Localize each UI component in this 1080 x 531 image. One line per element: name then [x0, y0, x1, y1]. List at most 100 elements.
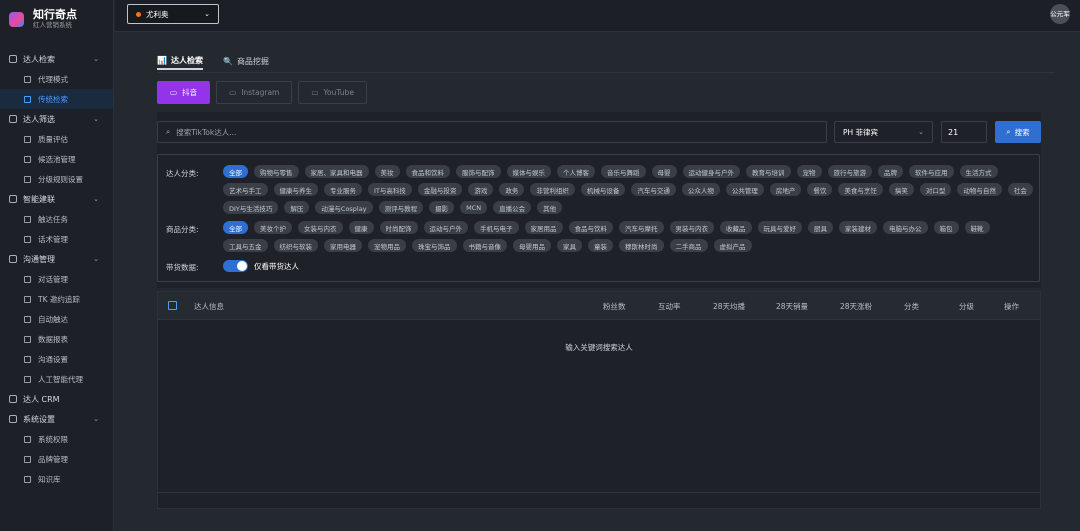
- category-chip[interactable]: 个人博客: [557, 165, 595, 178]
- category-chip[interactable]: 工具与五金: [223, 239, 268, 252]
- category-chip[interactable]: 软件与应用: [909, 165, 954, 178]
- column-header[interactable]: 28天均播: [713, 301, 745, 312]
- sidebar-item-ai-agent[interactable]: 人工智能代理: [0, 369, 113, 389]
- category-chip[interactable]: 玩具与爱好: [757, 221, 802, 234]
- category-chip[interactable]: 母婴用品: [513, 239, 551, 252]
- category-chip[interactable]: 房地产: [769, 183, 802, 196]
- sidebar-item-outreach-tasks[interactable]: 触达任务: [0, 209, 113, 229]
- sidebar-item-grading-rules[interactable]: 分级规则设置: [0, 169, 113, 189]
- category-chip[interactable]: 书籍与音像: [462, 239, 507, 252]
- sidebar-item-reports[interactable]: 数据报表: [0, 329, 113, 349]
- nav-group-creator-search[interactable]: 达人检索 ⌄: [0, 49, 113, 69]
- category-chip[interactable]: 音乐与舞蹈: [601, 165, 646, 178]
- category-chip[interactable]: 服饰与配饰: [456, 165, 501, 178]
- category-chip[interactable]: 全部: [223, 165, 248, 178]
- category-chip[interactable]: 金融与投资: [417, 183, 463, 196]
- count-input[interactable]: 21: [941, 121, 987, 143]
- search-input[interactable]: ⌕ 搜索TikTok达人...: [157, 121, 827, 143]
- category-chip[interactable]: 动漫与Cosplay: [315, 201, 373, 214]
- category-chip[interactable]: 动物与自然: [957, 183, 1002, 196]
- category-chip[interactable]: 汽车与交通: [631, 183, 676, 196]
- column-header[interactable]: 分级: [959, 301, 974, 312]
- sidebar-item-conversations[interactable]: 对话管理: [0, 269, 113, 289]
- category-chip[interactable]: 家居、家具和电器: [304, 165, 369, 178]
- category-chip[interactable]: 二手商品: [669, 239, 708, 252]
- category-chip[interactable]: 箱包: [933, 221, 959, 234]
- category-chip[interactable]: 艺术与手工: [223, 183, 268, 196]
- category-chip[interactable]: 餐饮: [807, 183, 833, 196]
- category-chip[interactable]: 健康与养生: [273, 183, 318, 196]
- category-chip[interactable]: 美妆个护: [254, 221, 292, 234]
- category-chip[interactable]: 政务: [499, 183, 525, 196]
- category-chip[interactable]: 测评与教程: [378, 201, 424, 214]
- category-chip[interactable]: 食品和饮料: [405, 165, 450, 178]
- category-chip[interactable]: 健康: [348, 221, 374, 234]
- category-chip[interactable]: 公共管理: [725, 183, 764, 196]
- category-chip[interactable]: 美妆: [374, 165, 400, 178]
- platform-douyin-button[interactable]: ▭ 抖音: [157, 81, 211, 104]
- category-chip[interactable]: 时尚配饰: [379, 221, 418, 234]
- category-chip[interactable]: 对口型: [919, 183, 952, 196]
- category-chip[interactable]: 机械与设备: [580, 183, 626, 196]
- sidebar-item-scripts[interactable]: 话术管理: [0, 229, 113, 249]
- sidebar-item-brands[interactable]: 品牌管理: [0, 449, 113, 469]
- category-chip[interactable]: 旅行与旅游: [827, 165, 872, 178]
- category-chip[interactable]: 家具: [557, 239, 582, 252]
- category-chip[interactable]: 非营利组织: [530, 183, 575, 196]
- category-chip[interactable]: 鞋靴: [964, 221, 990, 234]
- platform-instagram-button[interactable]: ▭ Instagram: [216, 81, 293, 104]
- category-chip[interactable]: 生活方式: [959, 165, 998, 178]
- category-chip[interactable]: DIY与生活技巧: [223, 201, 279, 214]
- category-chip[interactable]: 购物与零售: [254, 165, 299, 178]
- region-select[interactable]: PH 菲律宾 ⌄: [834, 121, 933, 143]
- category-chip[interactable]: 收藏品: [720, 221, 752, 234]
- category-chip[interactable]: 搞笑: [888, 183, 914, 196]
- column-header[interactable]: 分类: [904, 301, 919, 312]
- category-chip[interactable]: 穆斯林时尚: [619, 239, 664, 252]
- category-chip[interactable]: 童装: [588, 239, 613, 252]
- sidebar-item-auto-reach[interactable]: 自动触达: [0, 309, 113, 329]
- column-header[interactable]: 粉丝数: [603, 301, 626, 312]
- category-chip[interactable]: 厨具: [808, 221, 833, 234]
- cargo-toggle[interactable]: [223, 260, 248, 272]
- column-header[interactable]: 互动率: [658, 301, 681, 312]
- sidebar-item-comm-settings[interactable]: 沟通设置: [0, 349, 113, 369]
- sidebar-item-knowledge[interactable]: 知识库: [0, 469, 113, 489]
- search-button[interactable]: ⌕ 搜索: [995, 121, 1041, 143]
- category-chip[interactable]: 社会: [1007, 183, 1033, 196]
- select-all-checkbox[interactable]: [168, 301, 177, 310]
- avatar[interactable]: 公元军: [1050, 4, 1070, 24]
- tab-product-mining[interactable]: 🔍 商品挖掘: [223, 52, 269, 70]
- tab-creator-search[interactable]: 📊 达人检索: [157, 52, 203, 70]
- column-header[interactable]: 28天销量: [776, 301, 808, 312]
- category-chip[interactable]: 纺织与软装: [273, 239, 318, 252]
- sidebar-item-permissions[interactable]: 系统权限: [0, 429, 113, 449]
- nav-group-creator-filter[interactable]: 达人筛选 ⌄: [0, 109, 113, 129]
- category-chip[interactable]: 电脑与办公: [883, 221, 928, 234]
- category-chip[interactable]: 家装建材: [839, 221, 877, 234]
- shop-select[interactable]: 尤利奥 ⌄: [127, 4, 219, 24]
- category-chip[interactable]: 男装与内衣: [669, 221, 714, 234]
- column-header[interactable]: 28天涨粉: [840, 301, 872, 312]
- nav-group-crm[interactable]: 达人 CRM: [0, 389, 113, 409]
- nav-group-communication[interactable]: 沟通管理 ⌄: [0, 249, 113, 269]
- category-chip[interactable]: 虚拟产品: [713, 239, 752, 252]
- category-chip[interactable]: 运动与户外: [423, 221, 468, 234]
- category-chip[interactable]: 母婴: [651, 165, 677, 178]
- category-chip[interactable]: 解压: [284, 201, 310, 214]
- category-chip[interactable]: 家居用品: [524, 221, 563, 234]
- nav-group-system[interactable]: 系统设置 ⌄: [0, 409, 113, 429]
- sidebar-item-proxy-mode[interactable]: 代理模式: [0, 69, 113, 89]
- category-chip[interactable]: 汽车与摩托: [619, 221, 664, 234]
- category-chip[interactable]: 宠物: [796, 165, 822, 178]
- sidebar-item-traditional-search[interactable]: 传统检索: [0, 89, 113, 109]
- category-chip[interactable]: 美食与烹饪: [838, 183, 883, 196]
- category-chip[interactable]: 宠物用品: [368, 239, 406, 252]
- category-chip[interactable]: 游戏: [468, 183, 494, 196]
- category-chip[interactable]: 公众人物: [681, 183, 720, 196]
- platform-youtube-button[interactable]: ▭ YouTube: [298, 81, 367, 104]
- category-chip[interactable]: 教育与培训: [746, 165, 791, 178]
- category-chip[interactable]: 女装与内衣: [298, 221, 343, 234]
- category-chip[interactable]: 摄影: [429, 201, 455, 214]
- category-chip[interactable]: 直播公会: [493, 201, 532, 214]
